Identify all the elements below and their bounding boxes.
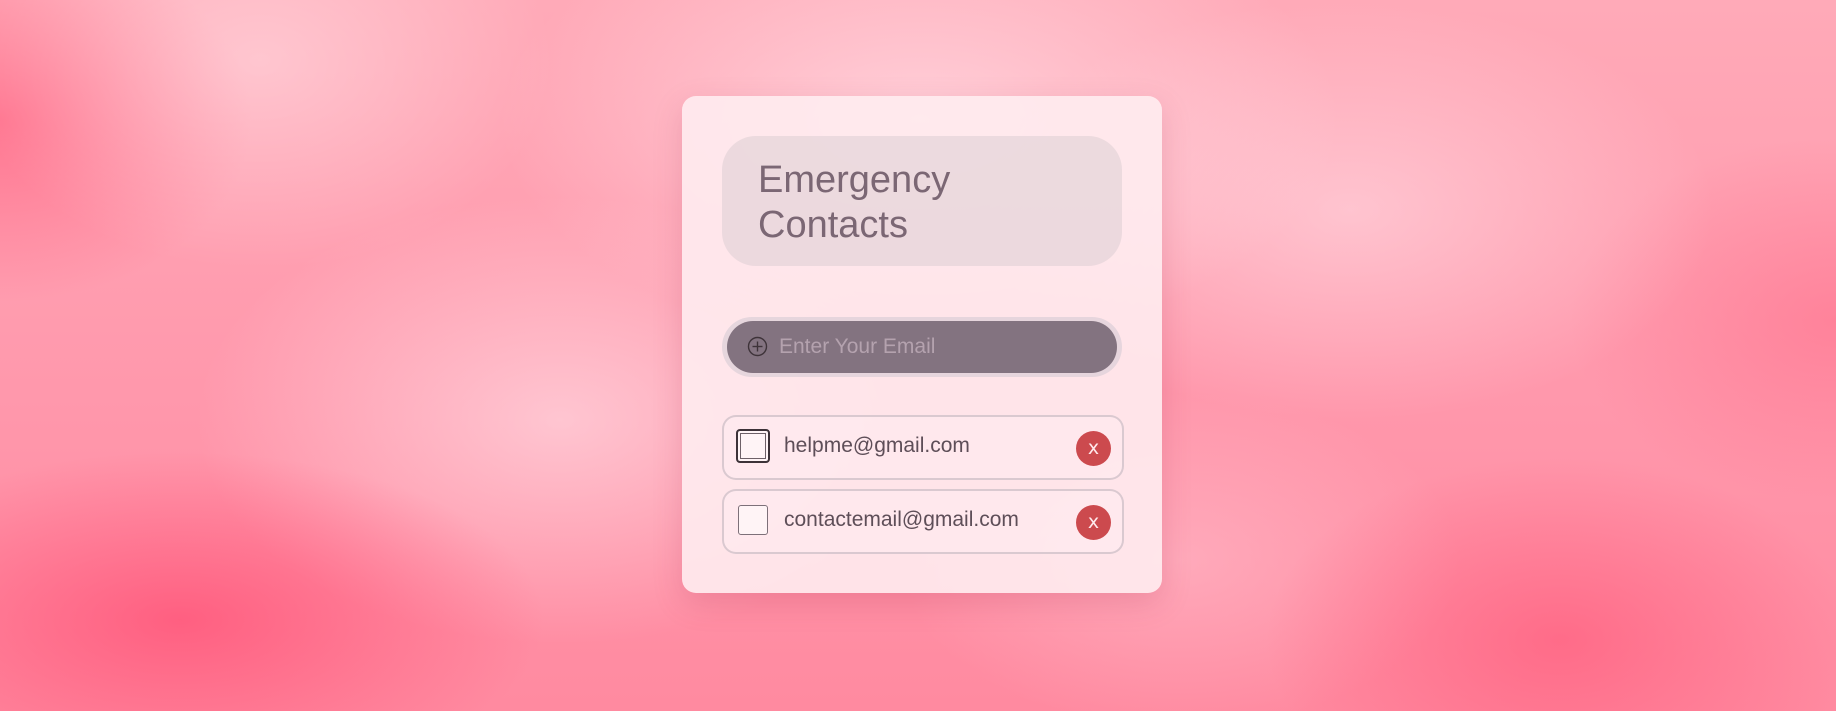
delete-contact-button[interactable]: x: [1076, 431, 1111, 466]
contact-email: contactemail@gmail.com: [784, 508, 1019, 531]
title-box: Emergency Contacts: [722, 136, 1122, 266]
contact-checkbox[interactable]: [736, 429, 770, 463]
email-input[interactable]: Enter Your Email: [727, 321, 1117, 373]
plus-circle-icon[interactable]: [747, 336, 768, 357]
contact-email: helpme@gmail.com: [784, 434, 970, 457]
page-title: Emergency Contacts: [758, 159, 951, 246]
emergency-contacts-card: Emergency Contacts Enter Your Email help…: [682, 96, 1162, 593]
contact-row: helpme@gmail.com x: [722, 415, 1124, 480]
email-input-wrapper: Enter Your Email: [722, 317, 1122, 377]
delete-contact-button[interactable]: x: [1076, 505, 1111, 540]
email-placeholder: Enter Your Email: [779, 335, 936, 358]
contact-checkbox[interactable]: [738, 505, 768, 535]
contact-row: contactemail@gmail.com x: [722, 489, 1124, 554]
